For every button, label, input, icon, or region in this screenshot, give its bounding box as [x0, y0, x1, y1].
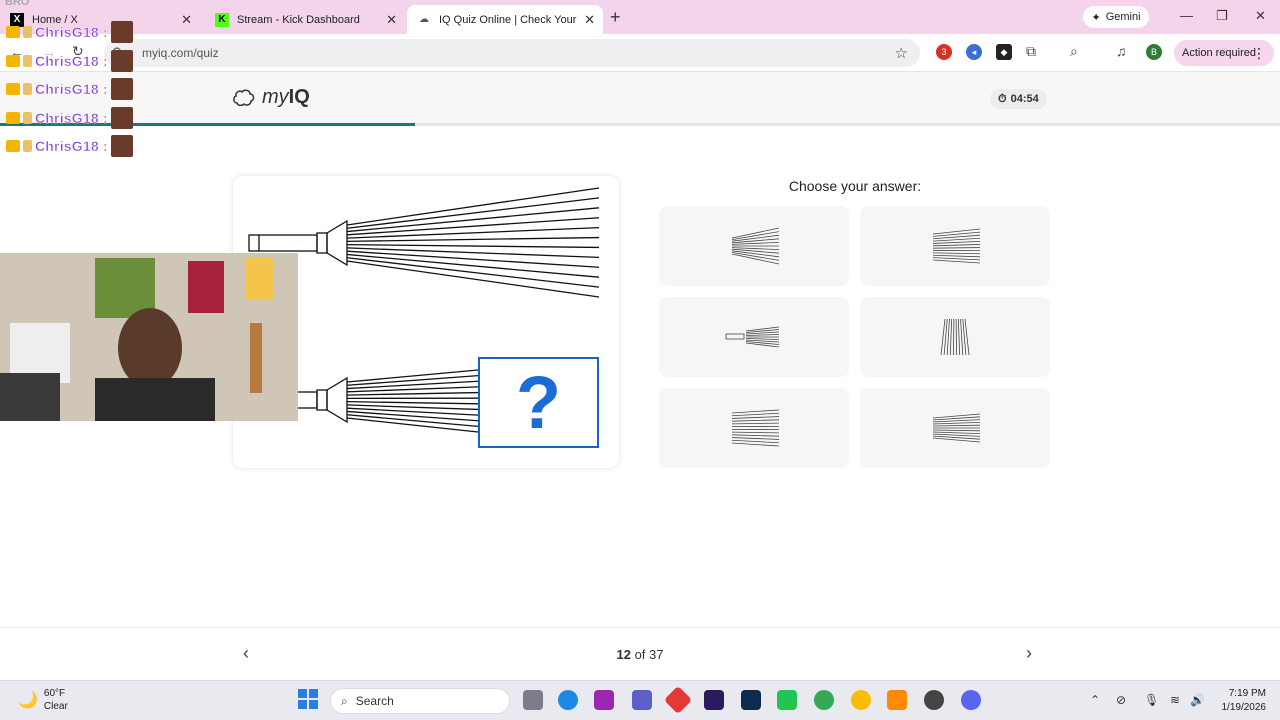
top-horn-ray	[346, 197, 600, 229]
missing-piece-box: ?	[478, 357, 599, 448]
taskbar-search[interactable]: ⌕ Search	[330, 688, 510, 714]
answer-figure-6	[932, 413, 981, 443]
sub-badge-icon	[23, 112, 32, 124]
sub-badge-icon	[23, 26, 32, 38]
top-horn-ray	[346, 257, 600, 288]
chat-message-row: ChrisG18 :	[6, 21, 146, 43]
crown-badge-icon	[6, 140, 20, 152]
crown-badge-icon	[6, 55, 20, 67]
question-mark-icon: ?	[515, 360, 562, 444]
answer-figure-4	[940, 318, 970, 356]
screen: X Home / X ✕ K Stream - Kick Dashboard ✕…	[0, 0, 1280, 720]
answer-option-2[interactable]	[860, 206, 1050, 286]
bottom-horn-bell	[326, 376, 348, 424]
answers-title: Choose your answer:	[788, 178, 922, 194]
webcam-feed	[0, 253, 298, 421]
premiere-pro-icon[interactable]	[704, 690, 724, 710]
wifi-icon[interactable]: ≋	[1170, 693, 1180, 707]
system-clock[interactable]: 7:19 PM 1/19/2026	[1210, 687, 1267, 715]
search-icon: ⌕	[341, 693, 348, 708]
bottom-horn-ring	[316, 389, 328, 411]
next-question-icon[interactable]: ›	[1026, 643, 1032, 664]
crown-badge-icon	[6, 112, 20, 124]
total-questions: 37	[649, 647, 664, 662]
top-horn-bell	[326, 219, 348, 267]
chat-username: ChrisG18 :	[35, 81, 108, 98]
tray-app-icon[interactable]: ⊘	[1116, 693, 1126, 707]
previous-question-icon[interactable]: ‹	[243, 643, 249, 664]
discord-icon[interactable]	[961, 690, 981, 710]
clock-date: 1/19/2026	[1221, 702, 1267, 713]
current-question: 12	[616, 647, 631, 662]
chat-username: ChrisG18 :	[35, 110, 108, 127]
chat-emote	[110, 107, 133, 129]
task-view-icon[interactable]	[523, 690, 543, 710]
moon-weather-icon: 🌙	[18, 692, 38, 709]
answer-option-5[interactable]	[659, 388, 849, 468]
quiz-navigation: ‹ 12 of 37 ›	[0, 627, 1280, 680]
answer-figure-2	[932, 228, 981, 264]
weather-widget[interactable]: 🌙 60°F Clear	[18, 687, 68, 713]
chat-message-row: ChrisG18 :	[6, 135, 146, 157]
chat-message-row: ChrisG18 :	[6, 107, 146, 129]
sub-badge-icon	[23, 83, 32, 95]
top-horn-ray	[346, 243, 600, 249]
clock-time: 7:19 PM	[1228, 688, 1266, 699]
chat-emote	[110, 78, 133, 100]
answer-option-4[interactable]	[860, 297, 1050, 377]
chrome-icon[interactable]	[851, 690, 871, 710]
weather-desc: Clear	[43, 701, 68, 712]
question-counter: 12 of 37	[560, 647, 720, 662]
of-word: of	[634, 647, 646, 662]
edge-browser-icon[interactable]	[558, 690, 578, 710]
sub-badge-icon	[23, 55, 32, 67]
top-horn-ray	[346, 250, 600, 268]
teams-icon[interactable]	[632, 690, 652, 710]
top-horn-ray	[346, 236, 600, 243]
webcam-overlay	[0, 253, 298, 421]
chat-emote	[110, 135, 133, 157]
copilot-icon[interactable]	[594, 690, 614, 710]
volume-icon[interactable]: 🔊	[1190, 693, 1205, 707]
horn-figure-top	[248, 187, 600, 298]
bottom-horn-ray	[346, 400, 479, 405]
chat-emote	[110, 21, 133, 43]
vlc-icon[interactable]	[887, 690, 907, 710]
chrome-profile-icon[interactable]	[814, 690, 834, 710]
answer-option-1[interactable]	[659, 206, 849, 286]
answer-figure-5	[731, 409, 780, 447]
top-horn-ring	[316, 232, 328, 254]
chat-username: ChrisG18 :	[35, 138, 108, 155]
sub-badge-icon	[23, 140, 32, 152]
top-horn-ray	[346, 247, 600, 259]
chat-username: ChrisG18 :	[35, 24, 108, 41]
chat-message-row: ChrisG18 :	[6, 78, 146, 100]
bottom-horn-ray	[346, 391, 479, 396]
app-green-icon[interactable]	[777, 690, 797, 710]
obs-icon[interactable]	[924, 690, 944, 710]
photoshop-icon[interactable]	[741, 690, 761, 710]
search-placeholder: Search	[355, 694, 394, 708]
chat-message-row: ChrisG18 :	[6, 50, 146, 72]
weather-temp: 60°F	[43, 688, 66, 699]
crown-badge-icon	[6, 83, 20, 95]
windows-taskbar: 🌙 60°F Clear ⌕ Search ⌃ ⊘ 🎙 ≋ 🔊 7:19 PM …	[0, 680, 1280, 720]
app-red-diamond-icon[interactable]	[663, 685, 693, 715]
answer-option-6[interactable]	[860, 388, 1050, 468]
answer-figure-3	[725, 326, 780, 348]
chat-username: ChrisG18 :	[35, 53, 108, 70]
windows-start-icon[interactable]	[298, 689, 318, 709]
overlay-text: BRO	[5, 0, 30, 8]
answer-option-3[interactable]	[659, 297, 849, 377]
answer-figure-1	[731, 227, 780, 265]
show-hidden-icons[interactable]: ⌃	[1090, 693, 1100, 707]
chat-emote	[110, 50, 133, 72]
crown-badge-icon	[6, 26, 20, 38]
microphone-icon[interactable]: 🎙	[1144, 693, 1159, 707]
